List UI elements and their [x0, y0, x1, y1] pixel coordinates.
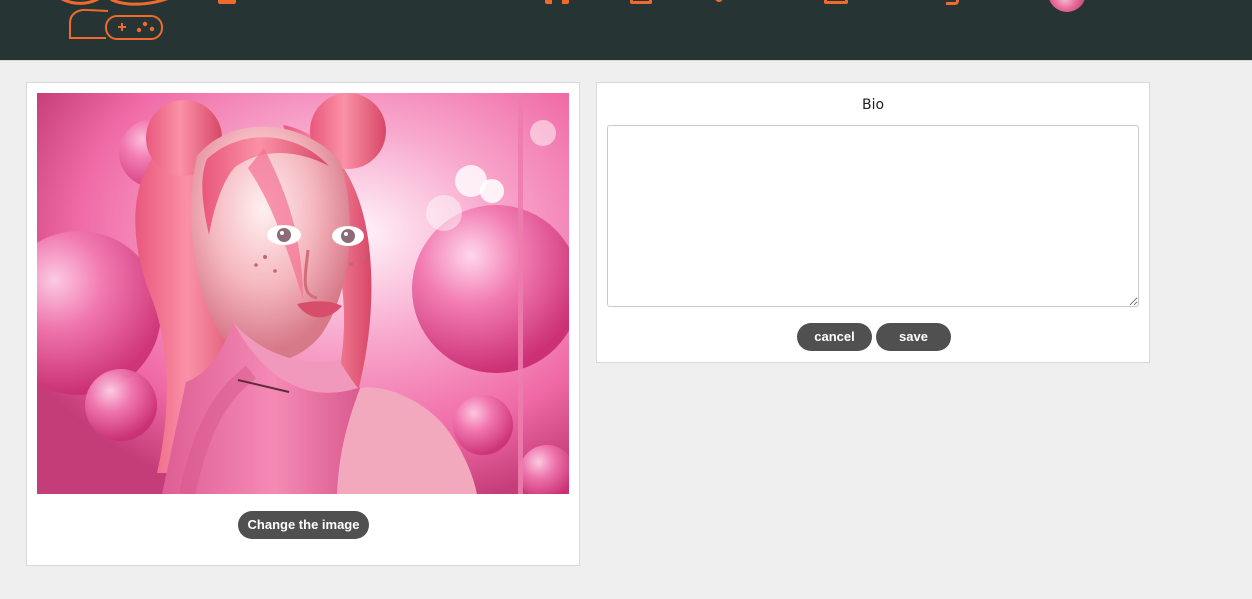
bio-title: Bio [861, 97, 885, 113]
profile-photo-illustration [37, 93, 569, 494]
grid-icon[interactable] [545, 0, 569, 4]
bookmark-icon[interactable] [946, 0, 959, 5]
document-icon[interactable] [630, 0, 652, 4]
menu-icon[interactable] [218, 0, 236, 4]
location-icon[interactable] [715, 0, 723, 2]
gaming-logo-icon[interactable] [54, 0, 178, 41]
save-button[interactable]: save [876, 323, 951, 351]
change-image-button[interactable]: Change the image [238, 511, 369, 539]
profile-photo [37, 93, 569, 494]
top-navigation-bar [0, 0, 1252, 61]
bio-card: Bio cancel save [596, 82, 1150, 363]
bio-textarea[interactable] [607, 125, 1139, 307]
user-avatar[interactable] [1048, 0, 1086, 12]
mail-icon[interactable] [824, 0, 848, 4]
cancel-button[interactable]: cancel [797, 323, 872, 351]
profile-image-card: Change the image [26, 82, 580, 566]
